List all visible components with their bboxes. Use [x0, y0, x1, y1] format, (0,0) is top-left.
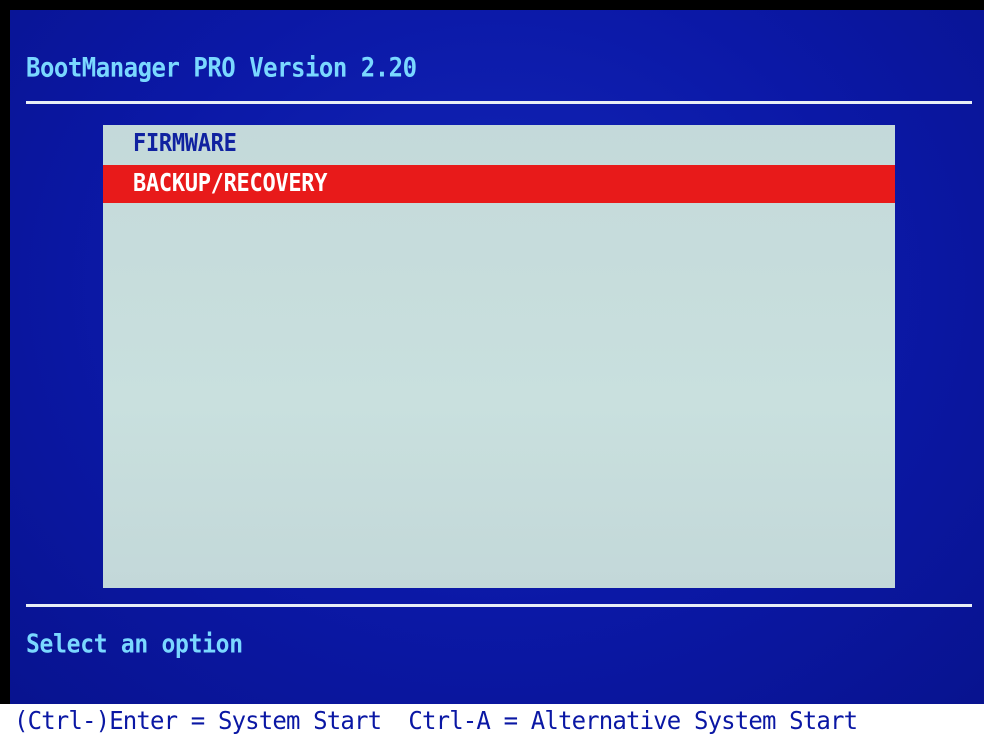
shortcut-hints: (Ctrl-)Enter = System Start Ctrl-A = Alt…: [14, 706, 858, 736]
shortcut-ctrl-a-hint: Ctrl-A = Alternative System Start: [408, 706, 858, 736]
footer-divider: [26, 604, 972, 607]
menu-item-label: FIRMWARE: [133, 129, 237, 158]
menu-item-backup-recovery[interactable]: BACKUP/RECOVERY: [103, 165, 895, 203]
boot-menu: FIRMWARE BACKUP/RECOVERY: [103, 125, 895, 588]
menu-item-firmware[interactable]: FIRMWARE: [103, 125, 895, 163]
shortcut-enter-hint: (Ctrl-)Enter = System Start: [14, 706, 382, 736]
menu-item-label: BACKUP/RECOVERY: [133, 169, 328, 198]
app-title: BootManager PRO Version 2.20: [26, 52, 417, 84]
status-prompt: Select an option: [26, 630, 243, 660]
shortcut-bar: (Ctrl-)Enter = System Start Ctrl-A = Alt…: [0, 704, 984, 738]
boot-screen: BootManager PRO Version 2.20 FIRMWARE BA…: [10, 10, 984, 704]
header-divider: [26, 101, 972, 104]
